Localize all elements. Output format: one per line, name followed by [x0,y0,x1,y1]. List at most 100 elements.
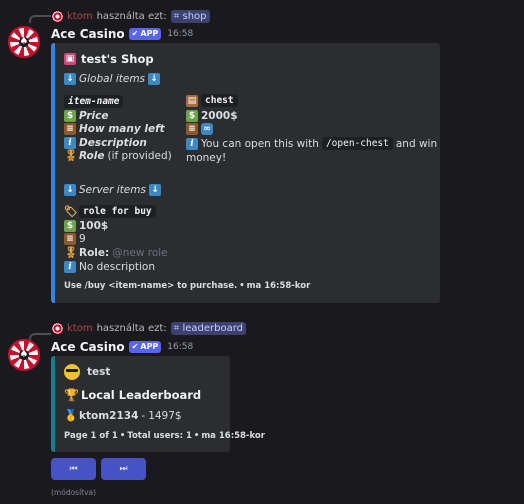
author-avatar[interactable]: ♠ [8,26,40,58]
chest-description-end: and win [395,137,438,150]
reply-username[interactable]: ktom [67,323,93,334]
description-label: Description [79,137,147,149]
command-name: shop [182,10,207,22]
command-name: leaderboard [182,322,244,334]
medal-icon: 🎖 [64,149,78,162]
server-item-count-row: ≡ 9 [64,233,86,245]
embed-footer: Use /buy <item-name> to purchase. • ma 16:… [64,281,311,291]
author-name[interactable]: Ace Casino [51,27,125,41]
server-items-label: Server items [79,184,146,196]
money-icon: $ [64,220,76,232]
server-item-code: role for buy [79,205,156,218]
role-mention[interactable]: @new role [112,247,167,259]
chest-price: 2000$ [201,110,238,122]
sunglasses-face-icon [64,364,80,380]
edited-label: (módosítva) [51,488,97,497]
money-icon: $ [64,110,76,122]
app-badge: ✔ APP [128,28,162,40]
reply-avatar[interactable] [52,10,63,22]
chest-price-row: $ 2000$ [186,110,238,122]
message-header: Ace Casino ✔ APP 16:58 [51,340,193,354]
price-row: $ Price [64,110,109,122]
role-row: 🎖 Role (if provided) [64,149,172,163]
next-icon: ⏭ [119,464,128,474]
description-row: i Description [64,137,147,149]
embed-author: test [87,366,111,378]
global-items-label: Global items [79,73,146,85]
reply-connector [29,15,51,23]
chest-icon: ▤ [186,94,198,107]
medal-icon: 🎖 [64,246,78,259]
arrow-down-icon: ↓ [148,184,161,196]
arrow-down-icon: ↓ [148,73,161,85]
embed-title-text: Local Leaderboard [81,388,202,402]
reply-context[interactable]: ktom használta ezt: ⌗ shop [52,9,210,23]
check-icon: ✔ [131,29,139,38]
arrow-down-icon: ↓ [64,184,76,196]
footer-time: ma 16:58-kor [201,431,265,441]
timestamp[interactable]: 16:58 [167,29,193,39]
check-icon: ✔ [131,342,139,351]
embed-author-row: test [64,364,110,380]
reply-avatar[interactable] [52,322,63,334]
badge-label: APP [140,29,159,38]
money-icon: $ [186,110,198,122]
chest-count-row: ≡ ∞ [186,123,213,135]
next-page-button[interactable]: ⏭ [101,458,146,480]
trophy-icon: 🏆 [64,388,79,402]
leaderboard-embed: test 🏆 Local Leaderboard 🥇 ktom2134 - 14… [51,356,265,452]
arrow-down-icon: ↓ [64,73,76,85]
author-avatar[interactable]: ♠ [8,339,40,371]
server-item-description-row: i No description [64,261,155,273]
item-name-code: item-name [64,95,124,108]
previous-icon: ⏮ [69,464,78,474]
role-label: Role [79,150,105,162]
command-chip[interactable]: ⌗ leaderboard [170,321,247,335]
shopping-bag-icon: ▣ [64,53,76,65]
infinity-icon: ∞ [201,123,213,135]
server-item-description: No description [79,261,155,273]
server-items-header: ↓ Server items ↓ [64,184,161,196]
reply-username[interactable]: ktom [67,11,93,22]
chest-item-row: ▤ chest [186,94,238,107]
chest-description-wrap-text: money! [186,152,227,164]
abacus-icon: ≡ [64,123,76,135]
abacus-icon: ≡ [64,233,76,245]
chest-description-text: You can open this with [201,137,319,150]
footer-total: Total users: 1 [127,431,192,441]
server-item-role-label: Role: [79,247,110,259]
footer-text: Use /buy <item-name> to purchase. [64,281,238,291]
author-name[interactable]: Ace Casino [51,340,125,354]
leaderboard-entry: 🥇 ktom2134 - 1497$ [64,409,182,423]
reply-context[interactable]: ktom használta ezt: ⌗ leaderboard [52,321,247,335]
embed-title-text: test's Shop [81,52,154,66]
shop-embed: ▣ test's Shop ↓ Global items ↓ item-name… [51,43,440,303]
spade-icon: ♠ [19,36,29,47]
spade-icon: ♠ [19,349,29,360]
label-tag-icon: 🏷 [64,204,78,218]
chest-description-wrap: money! [186,152,226,164]
previous-page-button[interactable]: ⏮ [51,458,96,480]
badge-label: APP [140,342,159,351]
entry-balance: 1497$ [148,410,182,422]
footer-time: ma 16:58-kor [246,281,311,291]
reply-verb: használta ezt: [96,322,167,334]
server-item-price-row: $ 100$ [64,220,108,232]
how-many-row: ≡ How many left [64,123,165,135]
item-name-row: item-name [64,95,124,108]
timestamp[interactable]: 16:58 [167,342,193,352]
server-item-count: 9 [79,233,86,245]
embed-footer: Page 1 of 1 • Total users: 1 • ma 16:58-kor [64,431,265,441]
footer-page: Page 1 of 1 [64,431,118,441]
chest-description-row: i You can open this with /open-chest and… [186,137,437,150]
info-icon: i [186,137,198,150]
reply-connector [29,333,51,341]
command-chip[interactable]: ⌗ shop [170,9,210,23]
info-icon: i [64,137,76,149]
embed-title: 🏆 Local Leaderboard [64,388,201,402]
first-place-medal-icon: 🥇 [64,409,78,422]
entry-username: ktom2134 [79,410,139,422]
abacus-icon: ≡ [186,123,198,135]
price-label: Price [79,110,109,122]
info-icon: i [64,261,76,273]
